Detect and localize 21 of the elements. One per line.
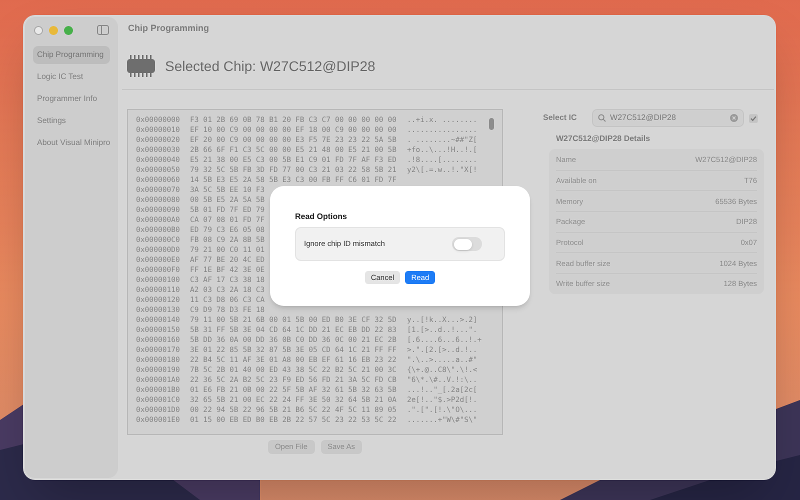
select-ic-label: Select IC	[543, 112, 578, 124]
sidebar-item[interactable]: Programmer Info	[33, 90, 110, 108]
sidebar-item[interactable]: About Visual Minipro	[33, 134, 110, 152]
search-field[interactable]: W27C512@DIP28	[592, 109, 744, 127]
clear-icon[interactable]	[730, 114, 738, 122]
close-button[interactable]	[34, 26, 43, 34]
sidebar-toggle-icon[interactable]	[97, 25, 109, 35]
sidebar-item[interactable]: Logic IC Test	[33, 68, 110, 86]
chip-icon	[127, 55, 155, 77]
details-title: W27C512@DIP28 Details	[555, 133, 652, 145]
dialog-title: Read Options	[295, 211, 348, 223]
sidebar-item[interactable]: Settings	[33, 112, 110, 130]
window-title: Chip Programming	[128, 22, 210, 36]
sidebar-item[interactable]: Chip Programming	[33, 46, 110, 64]
zoom-button[interactable]	[64, 26, 73, 34]
minimize-button[interactable]	[49, 26, 58, 34]
scrollbar-thumb[interactable]	[489, 118, 494, 130]
toggle-switch[interactable]	[452, 237, 482, 251]
search-icon	[598, 114, 606, 122]
chip-title: Selected Chip: W27C512@DIP28	[165, 56, 376, 76]
checkmark-icon[interactable]	[749, 114, 758, 122]
